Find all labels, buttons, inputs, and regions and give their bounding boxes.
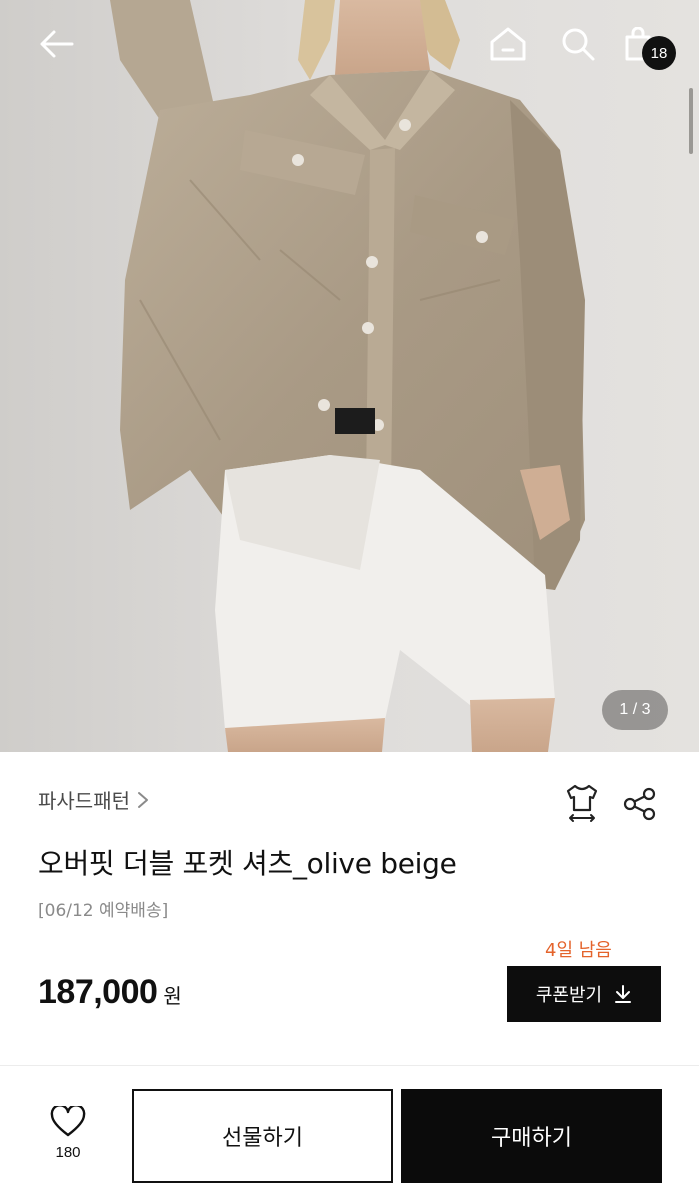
shipping-note: [06/12 예약배송] <box>38 901 169 921</box>
price-currency: 원 <box>163 984 182 1008</box>
buy-button-label: 구매하기 <box>491 1126 572 1151</box>
gift-button-label: 선물하기 <box>222 1126 303 1151</box>
shirt-size-icon <box>566 784 598 822</box>
brand-link[interactable]: 파사드패턴 <box>38 785 150 814</box>
coupon-countdown: 4일 남음 <box>545 940 612 961</box>
search-button[interactable] <box>556 22 600 66</box>
share-button[interactable] <box>620 784 660 824</box>
brand-name: 파사드패턴 <box>38 789 130 813</box>
size-guide-button[interactable] <box>562 783 602 823</box>
home-icon <box>490 27 526 61</box>
scrollbar[interactable] <box>689 88 693 154</box>
price-amount: 187,000 <box>38 973 158 1011</box>
price: 187,000 원 <box>38 973 182 1012</box>
like-count: 180 <box>55 1144 81 1161</box>
top-navigation-bar: 18 <box>0 0 699 90</box>
back-arrow-icon <box>40 30 74 58</box>
coupon-button-label: 쿠폰받기 <box>535 985 603 1006</box>
share-icon <box>623 787 656 821</box>
cart-count-badge: 18 <box>642 36 676 70</box>
heart-icon <box>50 1106 86 1137</box>
gift-button[interactable]: 선물하기 <box>132 1089 393 1183</box>
product-title: 오버핏 더블 포켓 셔츠_olive beige <box>38 847 457 880</box>
coupon-download-button[interactable]: 쿠폰받기 <box>507 966 661 1022</box>
search-icon <box>562 28 595 61</box>
product-image-gallery[interactable]: 18 1 / 3 <box>0 0 699 752</box>
image-pager: 1 / 3 <box>602 690 668 730</box>
buy-button[interactable]: 구매하기 <box>401 1089 662 1183</box>
like-button[interactable]: 180 <box>38 1106 98 1176</box>
home-button[interactable] <box>486 22 530 66</box>
download-icon <box>615 985 632 1003</box>
back-button[interactable] <box>34 22 78 66</box>
chevron-right-icon <box>138 791 148 808</box>
product-photo <box>110 0 585 752</box>
